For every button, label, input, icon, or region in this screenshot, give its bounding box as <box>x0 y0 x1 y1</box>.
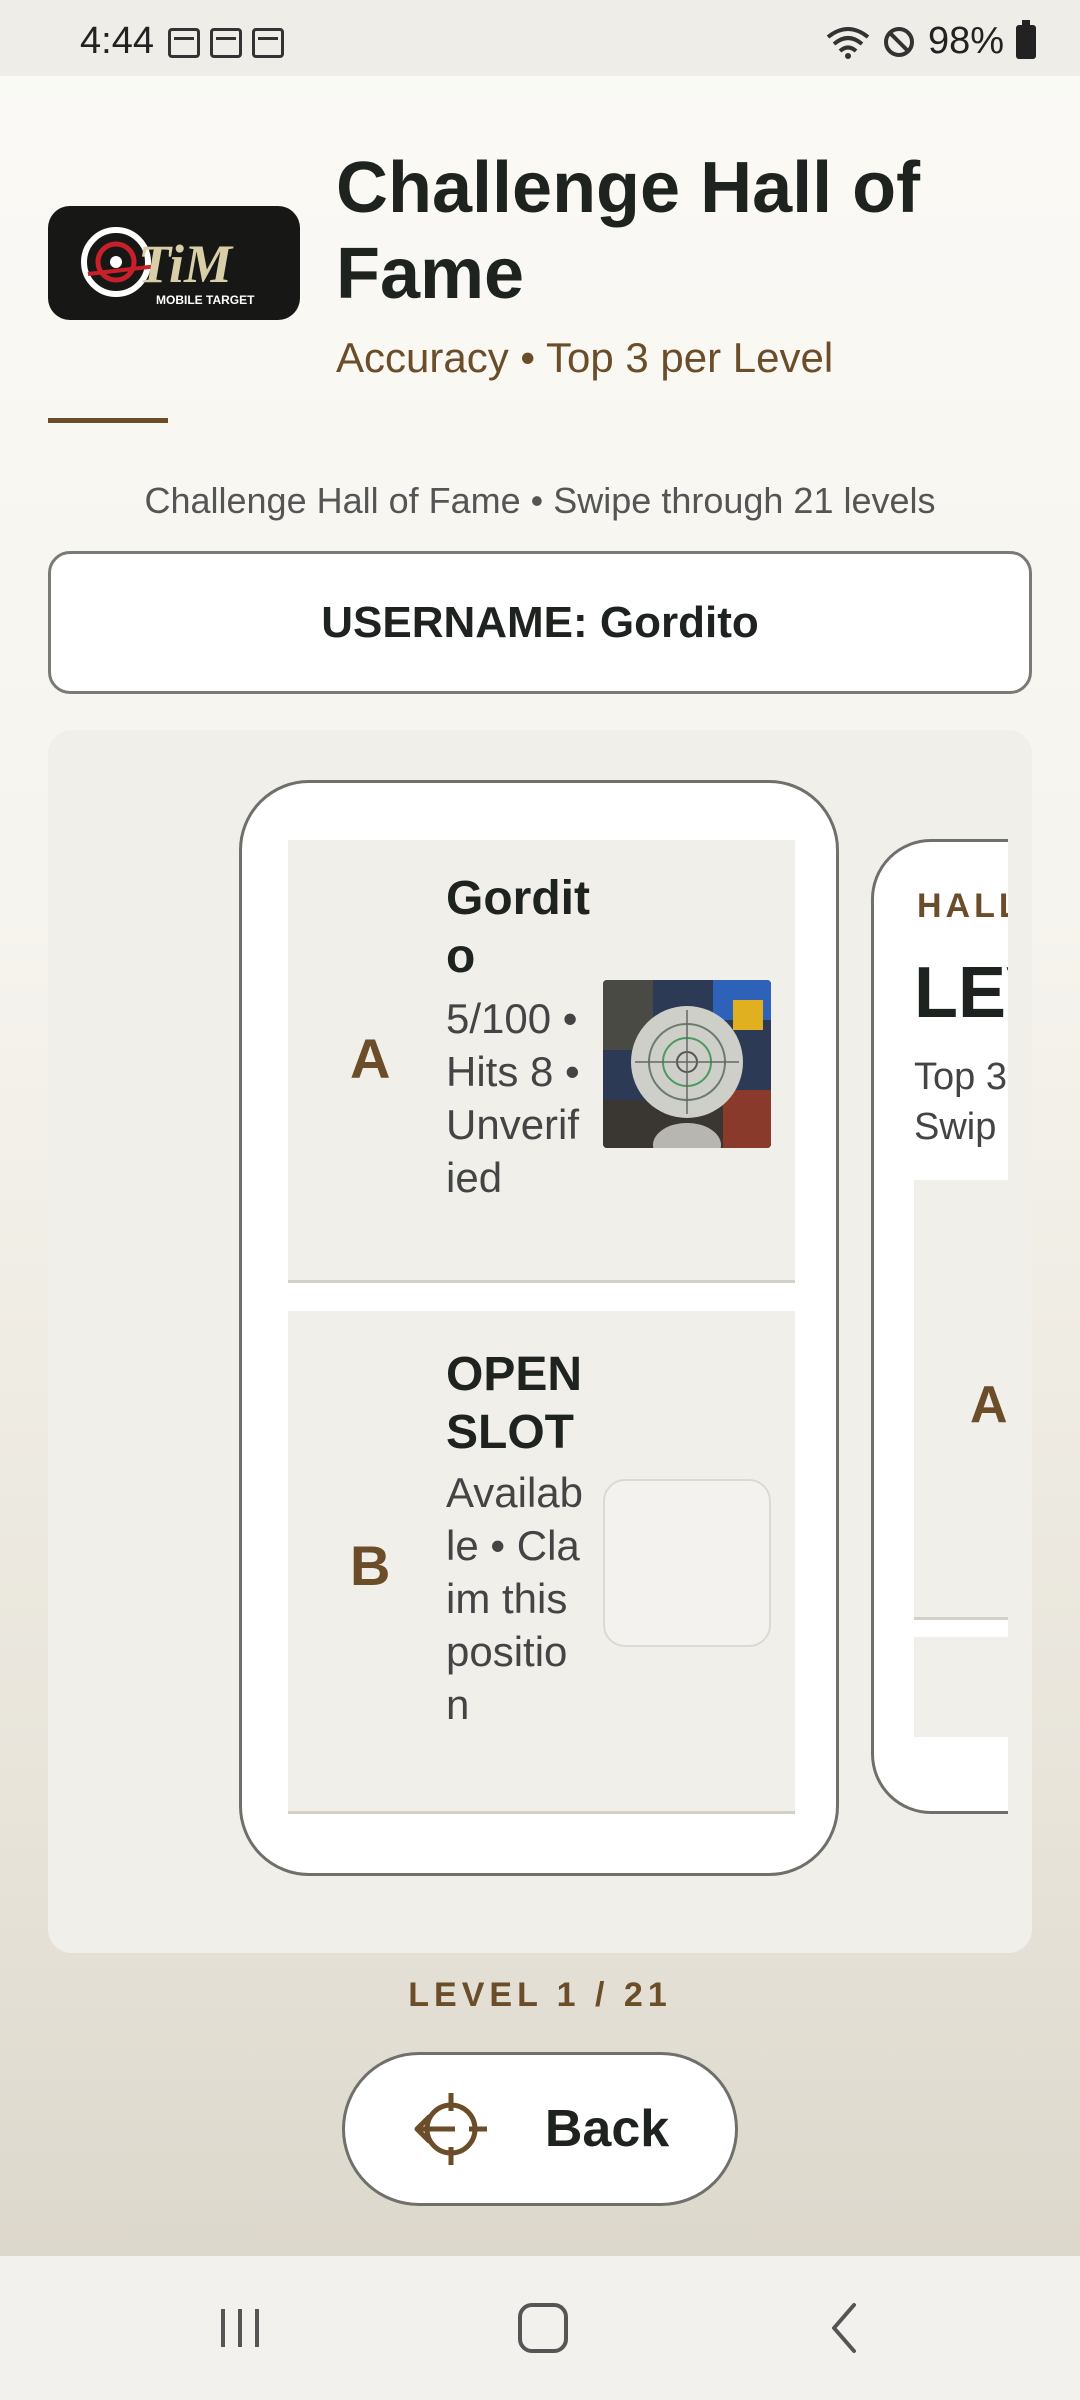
notification-icons <box>168 28 284 58</box>
level-card-current[interactable]: A Gordito 5/100 • Hits 8 • Unverified B … <box>239 780 839 1876</box>
svg-text:MOBILE TARGET: MOBILE TARGET <box>156 293 255 307</box>
slot-letter: A <box>350 1027 391 1090</box>
battery-icon <box>1016 19 1036 59</box>
app-logo: TiM MOBILE TARGET <box>48 206 300 320</box>
image-icon <box>168 28 200 58</box>
home-icon[interactable] <box>508 2296 578 2360</box>
page-title: Challenge Hall of Fame <box>336 148 921 314</box>
recent-apps-icon[interactable] <box>205 2296 275 2360</box>
logo-graphic: TiM MOBILE TARGET <box>81 227 255 307</box>
target-back-icon <box>414 2093 487 2165</box>
slot-meta: 5/100 • Hits 8 • Unverified <box>446 995 580 1201</box>
status-bar: 4:44 98% <box>0 0 1080 76</box>
level-indicator: LEVEL 1 / 21 <box>408 1976 672 2014</box>
calendar-icon <box>252 28 284 58</box>
username-display[interactable]: USERNAME: Gordito <box>48 551 1032 694</box>
slot-letter: A <box>970 1376 1008 1434</box>
system-icons: 98% <box>826 19 1036 63</box>
battery-percent: 98% <box>927 20 1004 62</box>
wifi-icon <box>826 26 870 59</box>
svg-text:TiM: TiM <box>138 234 234 294</box>
back-icon[interactable] <box>810 2296 880 2360</box>
carousel-edge <box>1008 730 1032 1953</box>
accent-divider <box>48 418 168 423</box>
slot-meta: Available • Claim this position <box>446 1469 583 1728</box>
hall-slot-a[interactable]: A Gordito 5/100 • Hits 8 • Unverified <box>288 840 795 1283</box>
slot-player-name: Gordito <box>446 872 590 983</box>
system-nav-bar <box>0 2256 1080 2400</box>
status-time: 4:44 <box>80 20 154 62</box>
back-button[interactable]: Back <box>342 2052 738 2206</box>
calendar-icon <box>210 28 242 58</box>
hall-slot-b[interactable]: B OPEN SLOT Available • Claim this posit… <box>288 1311 795 1814</box>
target-photo <box>603 980 771 1148</box>
empty-photo-placeholder <box>603 1479 771 1647</box>
page-subtitle: Accuracy • Top 3 per Level <box>336 334 834 381</box>
level-carousel[interactable]: A Gordito 5/100 • Hits 8 • Unverified B … <box>48 730 1032 1953</box>
slot-letter: B <box>350 1534 391 1597</box>
slot-player-name: OPEN SLOT <box>446 1348 583 1459</box>
target-photo-thumbnail[interactable] <box>603 980 771 1148</box>
swipe-caption: Challenge Hall of Fame • Swipe through 2… <box>144 480 936 521</box>
do-not-disturb-icon <box>883 26 914 57</box>
back-button-label: Back <box>544 2100 670 2158</box>
